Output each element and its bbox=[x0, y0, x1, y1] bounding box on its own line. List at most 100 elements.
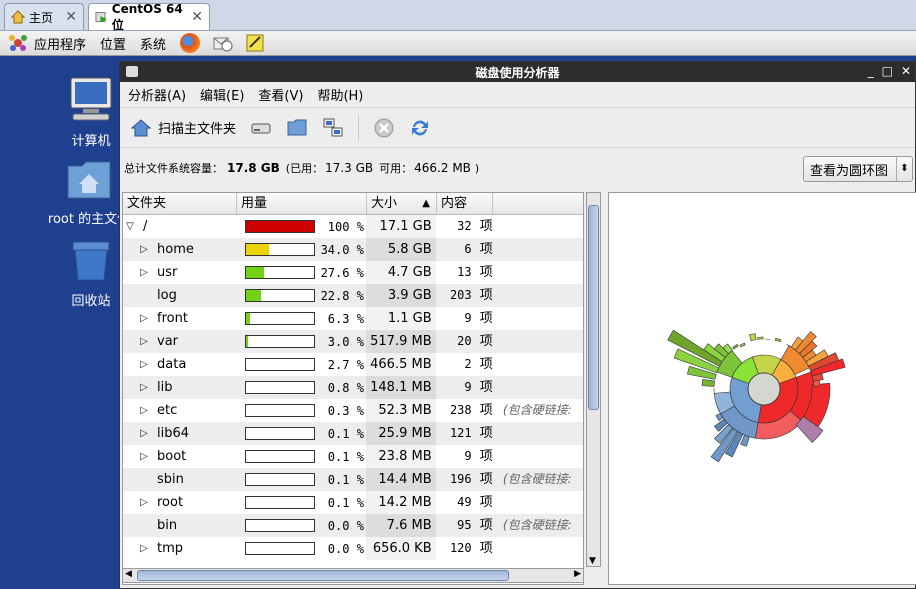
notes-icon[interactable] bbox=[244, 32, 266, 54]
contents-cell: 9 项 bbox=[436, 307, 583, 330]
scroll-right-icon[interactable]: ▶ bbox=[574, 569, 581, 579]
info-close-paren: ) bbox=[474, 161, 480, 175]
mail-clock-icon[interactable] bbox=[212, 32, 234, 54]
tree-row[interactable]: ▷ boot 0.1 % 23.8 MB 9 项 bbox=[123, 445, 583, 468]
tab-centos[interactable]: CentOS 64 位 ✕ bbox=[88, 2, 210, 32]
expander-icon[interactable]: ▽ bbox=[123, 221, 137, 232]
menu-help[interactable]: 帮助(H) bbox=[317, 85, 363, 104]
menu-applications[interactable]: 应用程序 bbox=[34, 34, 86, 53]
item-count: 203 bbox=[449, 288, 472, 302]
expander-icon[interactable]: ▷ bbox=[137, 244, 151, 255]
tree-row[interactable]: ▷ home 34.0 % 5.8 GB 6 项 bbox=[123, 238, 583, 261]
ring-segment-leaf[interactable] bbox=[813, 379, 821, 387]
folder-name: boot bbox=[157, 449, 187, 464]
menu-system[interactable]: 系统 bbox=[140, 34, 166, 53]
tree-row[interactable]: sbin 0.1 % 14.4 MB 196 项 (包含硬链接: bbox=[123, 468, 583, 491]
expander-icon[interactable]: ▷ bbox=[137, 382, 151, 393]
tree-row[interactable]: ▷ usr 27.6 % 4.7 GB 13 项 bbox=[123, 261, 583, 284]
ring-segment-leaf[interactable] bbox=[739, 342, 746, 348]
size-cell: 4.7 GB bbox=[365, 261, 436, 284]
ring-chart[interactable] bbox=[609, 193, 916, 584]
tree-row[interactable]: ▷ var 3.0 % 517.9 MB 20 项 bbox=[123, 330, 583, 353]
menu-view[interactable]: 查看(V) bbox=[258, 85, 303, 104]
vertical-scrollbar[interactable]: ▼ bbox=[586, 192, 601, 567]
scan-filesystem-button[interactable] bbox=[250, 117, 272, 139]
usage-cell: 2.7 % bbox=[237, 353, 366, 376]
close-icon[interactable]: ✕ bbox=[65, 9, 77, 25]
tree-row[interactable]: ▷ front 6.3 % 1.1 GB 9 项 bbox=[123, 307, 583, 330]
scroll-down-icon[interactable]: ▼ bbox=[589, 556, 596, 566]
expander-icon[interactable]: ▷ bbox=[137, 313, 151, 324]
maximize-button[interactable]: □ bbox=[882, 64, 893, 78]
tree-row[interactable]: ▽ / 100 % 17.1 GB 32 项 bbox=[123, 215, 583, 238]
minimize-button[interactable]: _ bbox=[868, 64, 874, 78]
hardlink-note: (包含硬链接: bbox=[502, 472, 572, 486]
tree-rows: ▽ / 100 % 17.1 GB 32 项 ▷ home 34.0 % 5.8… bbox=[123, 215, 583, 560]
ring-segment-leaf[interactable] bbox=[732, 344, 739, 350]
expander-icon[interactable]: ▷ bbox=[137, 267, 151, 278]
menu-analyzer[interactable]: 分析器(A) bbox=[128, 85, 186, 104]
scrollbar-thumb[interactable] bbox=[588, 205, 599, 410]
ring-segment-leaf[interactable] bbox=[749, 333, 757, 342]
scan-remote-button[interactable] bbox=[322, 117, 344, 139]
firefox-icon[interactable] bbox=[180, 33, 201, 53]
column-header-folder[interactable]: 文件夹 bbox=[123, 193, 237, 214]
info-total: 17.8 GB bbox=[227, 161, 280, 175]
item-count: 238 bbox=[449, 403, 472, 417]
expander-icon[interactable]: ▷ bbox=[137, 336, 151, 347]
size-cell: 14.4 MB bbox=[365, 468, 436, 491]
tab-home[interactable]: 主页 ✕ bbox=[4, 3, 84, 30]
ring-center[interactable] bbox=[747, 372, 781, 406]
expander-icon[interactable]: ▷ bbox=[137, 405, 151, 416]
item-unit: 项 bbox=[479, 265, 493, 280]
usage-cell: 0.0 % bbox=[237, 537, 366, 560]
tree-row[interactable]: ▷ lib64 0.1 % 25.9 MB 121 项 bbox=[123, 422, 583, 445]
info-used: 17.3 GB bbox=[325, 161, 374, 175]
toolbar-separator bbox=[358, 114, 360, 141]
close-button[interactable]: ✕ bbox=[901, 64, 911, 78]
info-avail: 466.2 MB bbox=[414, 161, 471, 175]
ring-segment-leaf[interactable] bbox=[701, 378, 715, 387]
tree-row[interactable]: ▷ lib 0.8 % 148.1 MB 9 项 bbox=[123, 376, 583, 399]
column-header-usage[interactable]: 用量 bbox=[237, 193, 367, 214]
usage-percent: 0.0 % bbox=[327, 541, 364, 556]
ring-segment-leaf[interactable] bbox=[757, 336, 764, 340]
contents-cell: 2 项 bbox=[436, 353, 583, 376]
browser-tab-bar: 主页 ✕ CentOS 64 位 ✕ bbox=[0, 0, 916, 32]
refresh-button[interactable] bbox=[409, 117, 431, 139]
menu-places[interactable]: 位置 bbox=[100, 34, 126, 53]
expander-icon[interactable]: ▷ bbox=[137, 428, 151, 439]
window-menu-icon[interactable] bbox=[126, 66, 138, 77]
column-header-contents[interactable]: 内容 bbox=[437, 193, 493, 214]
size-cell: 148.1 MB bbox=[365, 376, 436, 399]
usage-bar bbox=[244, 243, 315, 256]
tree-row[interactable]: ▷ etc 0.3 % 52.3 MB 238 项 (包含硬链接: bbox=[123, 399, 583, 422]
item-count: 6 bbox=[464, 242, 472, 256]
horizontal-scrollbar[interactable]: ◀ ▶ bbox=[122, 568, 584, 583]
tree-row[interactable]: ▷ data 2.7 % 466.5 MB 2 项 bbox=[123, 353, 583, 376]
scan-folder-button[interactable] bbox=[286, 117, 308, 139]
view-as-selector[interactable]: 查看为圆环图 ⬍ bbox=[803, 156, 913, 182]
stop-button[interactable] bbox=[373, 117, 395, 139]
ring-segment-leaf[interactable] bbox=[774, 337, 782, 343]
close-icon[interactable]: ✕ bbox=[191, 9, 203, 25]
expander-icon[interactable]: ▷ bbox=[137, 543, 151, 554]
menu-edit[interactable]: 编辑(E) bbox=[200, 85, 244, 104]
scrollbar-thumb[interactable] bbox=[137, 570, 509, 581]
column-header-filler bbox=[493, 193, 583, 214]
tree-row[interactable]: log 22.8 % 3.9 GB 203 项 bbox=[123, 284, 583, 307]
sort-ascending-icon: ▲ bbox=[422, 198, 430, 209]
usage-bar bbox=[244, 473, 315, 486]
item-count: 121 bbox=[449, 426, 472, 440]
scan-home-button[interactable]: 扫描主文件夹 bbox=[130, 117, 236, 139]
expander-icon[interactable]: ▷ bbox=[137, 497, 151, 508]
expander-icon[interactable]: ▷ bbox=[137, 451, 151, 462]
scroll-left-icon[interactable]: ◀ bbox=[125, 569, 132, 579]
column-header-size[interactable]: 大小 ▲ bbox=[367, 193, 437, 214]
tree-row[interactable]: ▷ tmp 0.0 % 656.0 KB 120 项 bbox=[123, 537, 583, 560]
menubar: 分析器(A) 编辑(E) 查看(V) 帮助(H) bbox=[120, 82, 915, 108]
expander-icon[interactable]: ▷ bbox=[137, 359, 151, 370]
tree-row[interactable]: bin 0.0 % 7.6 MB 95 项 (包含硬链接: bbox=[123, 514, 583, 537]
tree-row[interactable]: ▷ root 0.1 % 14.2 MB 49 项 bbox=[123, 491, 583, 514]
usage-percent: 3.0 % bbox=[327, 334, 364, 349]
